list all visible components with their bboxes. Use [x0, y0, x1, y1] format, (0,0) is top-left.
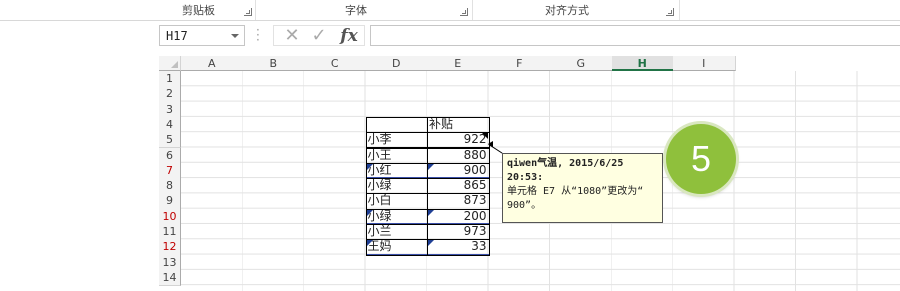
table-cell-border: [427, 193, 490, 210]
table-cell-border: [365, 239, 428, 256]
column-header-g[interactable]: G: [550, 56, 613, 71]
table-cell-border: [365, 116, 428, 134]
table-cell-border: [427, 162, 490, 180]
row-header-3[interactable]: 3: [159, 101, 181, 118]
formula-input[interactable]: [370, 25, 900, 46]
row-header-8[interactable]: 8: [159, 178, 181, 195]
comment-text-line1: 单元格 E7 从“1080”更改为“: [507, 186, 644, 197]
table-cell-border: [427, 239, 490, 256]
comment-date: 2015/6/25: [569, 158, 624, 169]
table-cell-border: [427, 224, 490, 241]
comment-author: qiwen气温: [507, 158, 558, 169]
table-cell-border: [365, 224, 428, 241]
row-header-2[interactable]: 2: [159, 86, 181, 103]
enter-icon[interactable]: ✓: [309, 26, 329, 45]
alignment-group-label: 对齐方式: [545, 4, 589, 17]
table-cell-border: [365, 178, 428, 195]
ribbon-group-clipboard: 剪贴板: [0, 0, 256, 20]
column-header-d[interactable]: D: [365, 56, 428, 71]
row-header-9[interactable]: 9: [159, 193, 181, 210]
ribbon-group-labels: 剪贴板 字体 对齐方式: [0, 0, 900, 20]
row-header-12[interactable]: 12: [159, 239, 181, 256]
alignment-dialog-launcher-icon[interactable]: [666, 8, 674, 16]
row-header-13[interactable]: 13: [159, 254, 181, 271]
row-header-10[interactable]: 10: [159, 208, 181, 225]
table-cell-border: [365, 147, 428, 164]
row-header-4[interactable]: 4: [159, 116, 181, 134]
select-all-button[interactable]: [159, 56, 181, 71]
insert-function-icon[interactable]: fx: [340, 26, 357, 46]
name-box-value: H17: [166, 29, 188, 43]
font-dialog-launcher-icon[interactable]: [460, 8, 468, 16]
row-header-11[interactable]: 11: [159, 224, 181, 241]
column-header-f[interactable]: F: [488, 56, 551, 71]
column-header-b[interactable]: B: [242, 56, 305, 71]
table-cell-border: [365, 208, 428, 225]
table-cell-border: [365, 193, 428, 210]
row-header-5[interactable]: 5: [159, 132, 181, 149]
name-box[interactable]: H17: [159, 25, 245, 46]
ribbon-group-alignment: 对齐方式: [473, 0, 680, 20]
column-header-a[interactable]: A: [181, 56, 244, 71]
font-group-label: 字体: [345, 4, 367, 17]
row-header-7[interactable]: 7: [159, 162, 181, 180]
comment-time: 20:53:: [507, 172, 544, 183]
ribbon-group-font: 字体: [256, 0, 473, 20]
name-box-dropdown-icon[interactable]: [231, 34, 239, 38]
cancel-icon[interactable]: ✕: [282, 26, 302, 45]
column-header-h[interactable]: H: [611, 56, 674, 71]
clipboard-dialog-launcher-icon[interactable]: [244, 8, 252, 16]
table-cell-border: [427, 132, 490, 149]
table-cell-border: [365, 162, 428, 180]
formula-bar-grip-icon[interactable]: · · ·: [256, 24, 260, 46]
formula-bar: H17 · · · ✕ ✓ fx: [0, 22, 900, 52]
cell-comment[interactable]: qiwen气温, 2015/6/25 20:53: 单元格 E7 从“1080”…: [502, 153, 663, 223]
column-header-e[interactable]: E: [427, 56, 490, 71]
step-number-badge: 5: [666, 124, 736, 194]
table-cell-border: [365, 132, 428, 149]
comment-text-line2: 900”。: [507, 200, 542, 211]
column-header-i[interactable]: I: [673, 56, 736, 71]
row-header-6[interactable]: 6: [159, 147, 181, 164]
table-cell-border: [427, 147, 490, 164]
ribbon-divider: [0, 20, 900, 21]
row-header-14[interactable]: 14: [159, 269, 181, 287]
formula-buttons: ✕ ✓ fx: [273, 25, 365, 46]
column-header-c[interactable]: C: [304, 56, 367, 71]
row-header-1[interactable]: 1: [159, 71, 181, 88]
clipboard-group-label: 剪贴板: [182, 4, 215, 17]
table-cell-border: [427, 208, 490, 225]
table-cell-border: [427, 178, 490, 195]
table-cell-border: [427, 116, 490, 134]
